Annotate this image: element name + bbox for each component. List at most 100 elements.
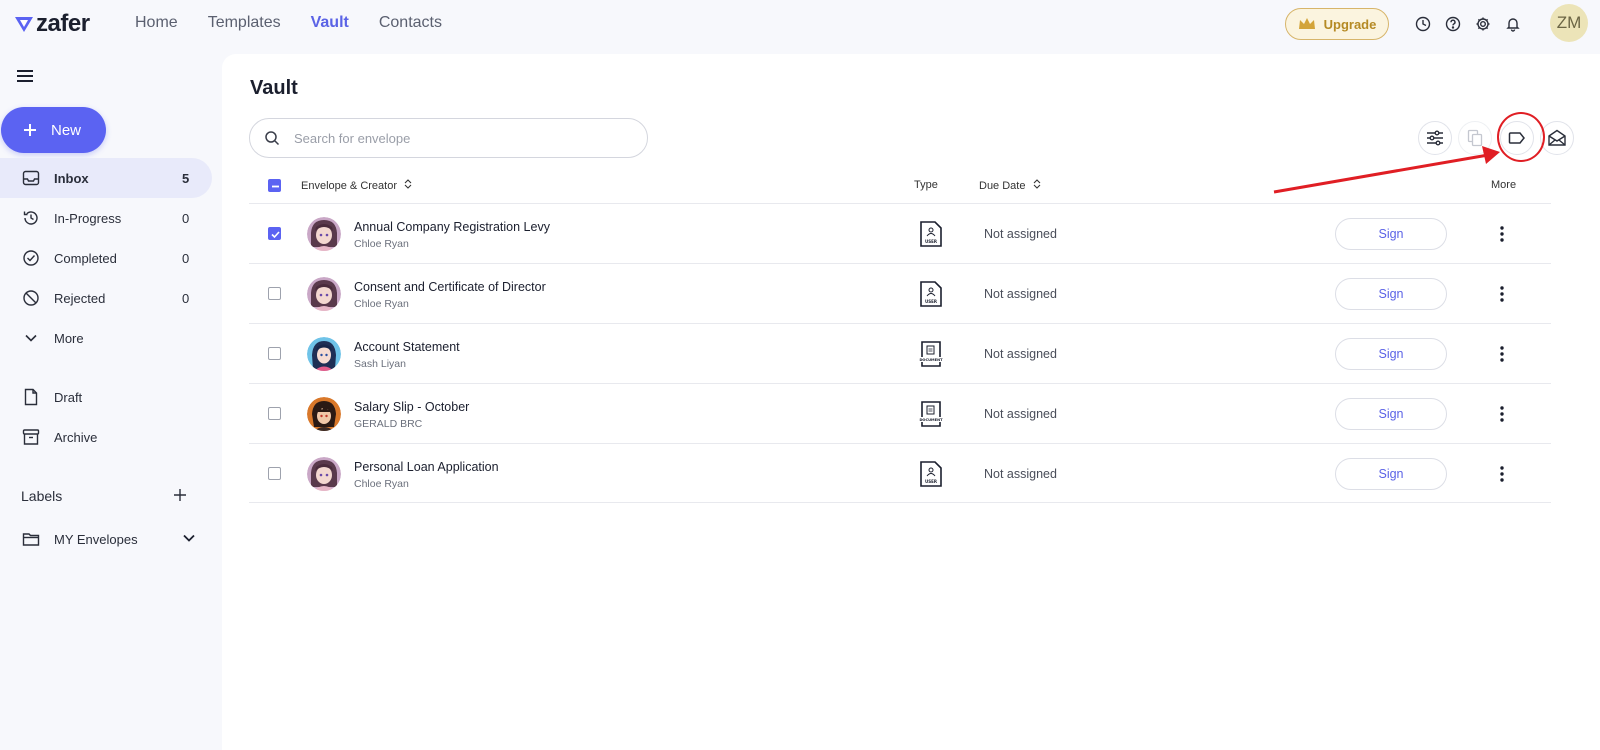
more-options-icon[interactable] <box>1496 344 1508 364</box>
sort-icon <box>1033 179 1040 189</box>
envelope-creator: Chloe Ryan <box>354 478 409 490</box>
main-panel: Vault Envelope & Creator Type Due Date M <box>222 54 1600 750</box>
settings-gear-icon[interactable] <box>1474 15 1492 33</box>
select-all-checkbox[interactable] <box>268 179 281 192</box>
table-row[interactable]: Account Statement Sash Liyan DOCUMENT No… <box>249 323 1551 383</box>
labels-heading: Labels <box>21 488 63 504</box>
envelope-title: Salary Slip - October <box>354 400 470 414</box>
nav-home[interactable]: Home <box>135 14 178 32</box>
search-input[interactable] <box>294 130 614 146</box>
avatar <box>307 397 341 431</box>
table-row[interactable]: Consent and Certificate of Director Chlo… <box>249 263 1551 323</box>
history-clock-icon[interactable] <box>1414 15 1432 33</box>
svg-text:DOCUMENT: DOCUMENT <box>919 358 943 362</box>
avatar <box>307 277 341 311</box>
menu-hamburger-icon[interactable] <box>14 66 36 86</box>
logo-text: zafer <box>36 10 90 37</box>
row-checkbox[interactable] <box>268 407 281 420</box>
plus-icon <box>24 124 36 136</box>
folder-icon <box>21 529 41 549</box>
sidebar-item-label: Inbox <box>54 170 89 186</box>
due-date: Not assigned <box>984 407 1057 421</box>
ban-icon <box>21 288 41 308</box>
table-header: Envelope & Creator Type Due Date More <box>249 172 1549 200</box>
sidebar-item-label: Archive <box>54 429 98 445</box>
row-checkbox[interactable] <box>268 287 281 300</box>
sign-button[interactable]: Sign <box>1335 398 1447 430</box>
sidebar-item-label: MY Envelopes <box>54 531 138 547</box>
sidebar-item-inbox[interactable]: Inbox 5 <box>0 158 212 198</box>
check-circle-icon <box>21 248 41 268</box>
new-label: New <box>51 121 82 139</box>
sign-button[interactable]: Sign <box>1335 458 1447 490</box>
sidebar-item-more[interactable]: More <box>0 318 212 358</box>
more-options-icon[interactable] <box>1496 224 1508 244</box>
more-options-icon[interactable] <box>1496 464 1508 484</box>
due-date: Not assigned <box>984 227 1057 241</box>
user-avatar[interactable]: ZM <box>1550 4 1588 42</box>
more-options-icon[interactable] <box>1496 404 1508 424</box>
page-title: Vault <box>250 77 298 99</box>
sort-icon <box>404 179 412 189</box>
sidebar-item-count: 5 <box>182 170 190 186</box>
table-row[interactable]: Personal Loan Application Chloe Ryan USE… <box>249 443 1551 503</box>
table-row[interactable]: Annual Company Registration Levy Chloe R… <box>249 203 1551 263</box>
sidebar-item-count: 0 <box>182 210 190 226</box>
sidebar-item-label: Rejected <box>54 290 106 306</box>
envelope-title: Account Statement <box>354 340 460 354</box>
sidebar-item-archive[interactable]: Archive <box>0 417 212 457</box>
due-date: Not assigned <box>984 467 1057 481</box>
search-icon <box>265 131 280 146</box>
sign-button[interactable]: Sign <box>1335 338 1447 370</box>
svg-text:USER: USER <box>925 299 937 304</box>
column-type: Type <box>914 179 938 191</box>
sidebar-item-draft[interactable]: Draft <box>0 377 212 417</box>
column-label: Envelope & Creator <box>301 180 397 192</box>
search-box[interactable] <box>249 118 648 158</box>
sidebar-item-label: More <box>54 330 84 346</box>
envelope-creator: Sash Liyan <box>354 358 406 370</box>
new-button[interactable]: New <box>1 107 106 153</box>
history-icon <box>21 208 41 228</box>
avatar <box>307 457 341 491</box>
envelope-title: Annual Company Registration Levy <box>354 220 550 234</box>
column-due-date[interactable]: Due Date <box>979 179 1041 192</box>
nav-templates[interactable]: Templates <box>208 14 281 32</box>
checkmark-icon <box>271 231 280 239</box>
sidebar-item-in-progress[interactable]: In-Progress 0 <box>0 198 212 238</box>
expand-chevron-icon[interactable] <box>182 531 212 548</box>
sidebar-item-label: In-Progress <box>54 210 122 226</box>
row-checkbox[interactable] <box>268 227 281 240</box>
row-checkbox[interactable] <box>268 347 281 360</box>
envelope-creator: Chloe Ryan <box>354 298 409 310</box>
nav-vault[interactable]: Vault <box>311 14 349 32</box>
sidebar: New Inbox 5 In-Progress 0 Completed 0 Re… <box>0 50 222 750</box>
notification-bell-icon[interactable] <box>1504 15 1522 33</box>
table-row[interactable]: Salary Slip - October GERALD BRC DOCUMEN… <box>249 383 1551 443</box>
column-envelope-creator[interactable]: Envelope & Creator <box>301 179 412 192</box>
label-item-my-envelopes[interactable]: MY Envelopes <box>0 519 212 559</box>
due-date: Not assigned <box>984 287 1057 301</box>
crown-icon <box>1298 18 1315 29</box>
more-options-icon[interactable] <box>1496 284 1508 304</box>
user-document-type-icon: USER <box>920 461 942 487</box>
sidebar-item-rejected[interactable]: Rejected 0 <box>0 278 212 318</box>
svg-text:USER: USER <box>925 479 937 484</box>
upgrade-button[interactable]: Upgrade <box>1285 8 1389 40</box>
sign-button[interactable]: Sign <box>1335 278 1447 310</box>
sidebar-item-completed[interactable]: Completed 0 <box>0 238 212 278</box>
inbox-icon <box>21 168 41 188</box>
top-bar: zafer Home Templates Vault Contacts Upgr… <box>0 0 1600 50</box>
help-icon[interactable] <box>1444 15 1462 33</box>
sign-button[interactable]: Sign <box>1335 218 1447 250</box>
send-mail-button[interactable] <box>1540 121 1574 155</box>
add-label-plus-icon[interactable] <box>172 487 188 503</box>
nav-contacts[interactable]: Contacts <box>379 14 442 32</box>
row-checkbox[interactable] <box>268 467 281 480</box>
sidebar-item-count: 0 <box>182 290 190 306</box>
minus-icon <box>272 185 279 188</box>
sidebar-item-label: Completed <box>54 250 117 266</box>
avatar <box>307 337 341 371</box>
envelope-title: Consent and Certificate of Director <box>354 280 546 294</box>
logo[interactable]: zafer <box>14 10 90 38</box>
